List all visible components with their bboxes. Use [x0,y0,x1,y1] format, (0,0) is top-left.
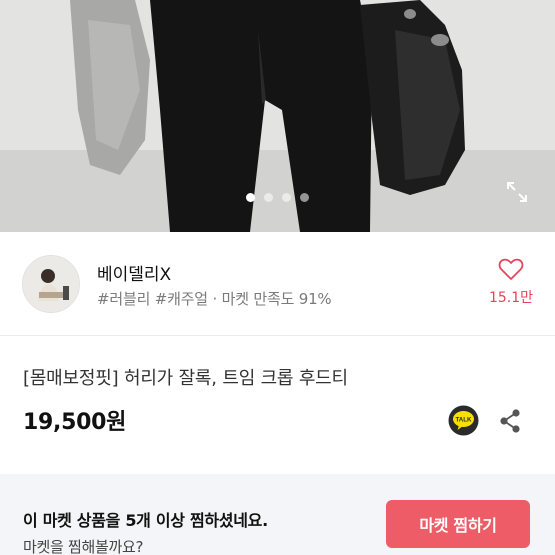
market-zzim-button[interactable]: 마켓 찜하기 [386,500,530,548]
gallery-dot[interactable] [282,193,291,202]
like-button[interactable]: 15.1만 [488,257,534,307]
banner-sub-message: 마켓을 찜해볼까요? [23,538,144,555]
share-icon[interactable] [497,408,523,434]
product-price: 19,500원 [23,410,127,435]
shop-tags: #러블리 #캐주얼 · 마켓 만족도 91% [97,290,332,308]
product-title: [몸매보정핏] 허리가 잘록, 트임 크롭 후드티 [23,368,348,389]
shop-name[interactable]: 베이델리X [97,260,171,285]
kakao-talk-icon[interactable]: TALK [448,405,479,436]
shop-avatar[interactable] [22,255,80,313]
gallery-pagination [0,193,555,202]
product-image-gallery[interactable] [0,0,555,232]
gallery-dot[interactable] [300,193,309,202]
market-zzim-banner: 이 마켓 상품을 5개 이상 찜하셨네요. 마켓을 찜해볼까요? 마켓 찜하기 [0,474,555,555]
talk-label: TALK [455,416,472,423]
banner-message: 이 마켓 상품을 5개 이상 찜하셨네요. [23,511,268,530]
expand-icon[interactable] [505,180,529,204]
heart-outline-icon [498,258,524,280]
like-count: 15.1만 [488,290,534,306]
shop-info-row[interactable]: 베이델리X #러블리 #캐주얼 · 마켓 만족도 91% 15.1만 [0,232,555,336]
gallery-dot[interactable] [246,193,255,202]
gallery-dot[interactable] [264,193,273,202]
